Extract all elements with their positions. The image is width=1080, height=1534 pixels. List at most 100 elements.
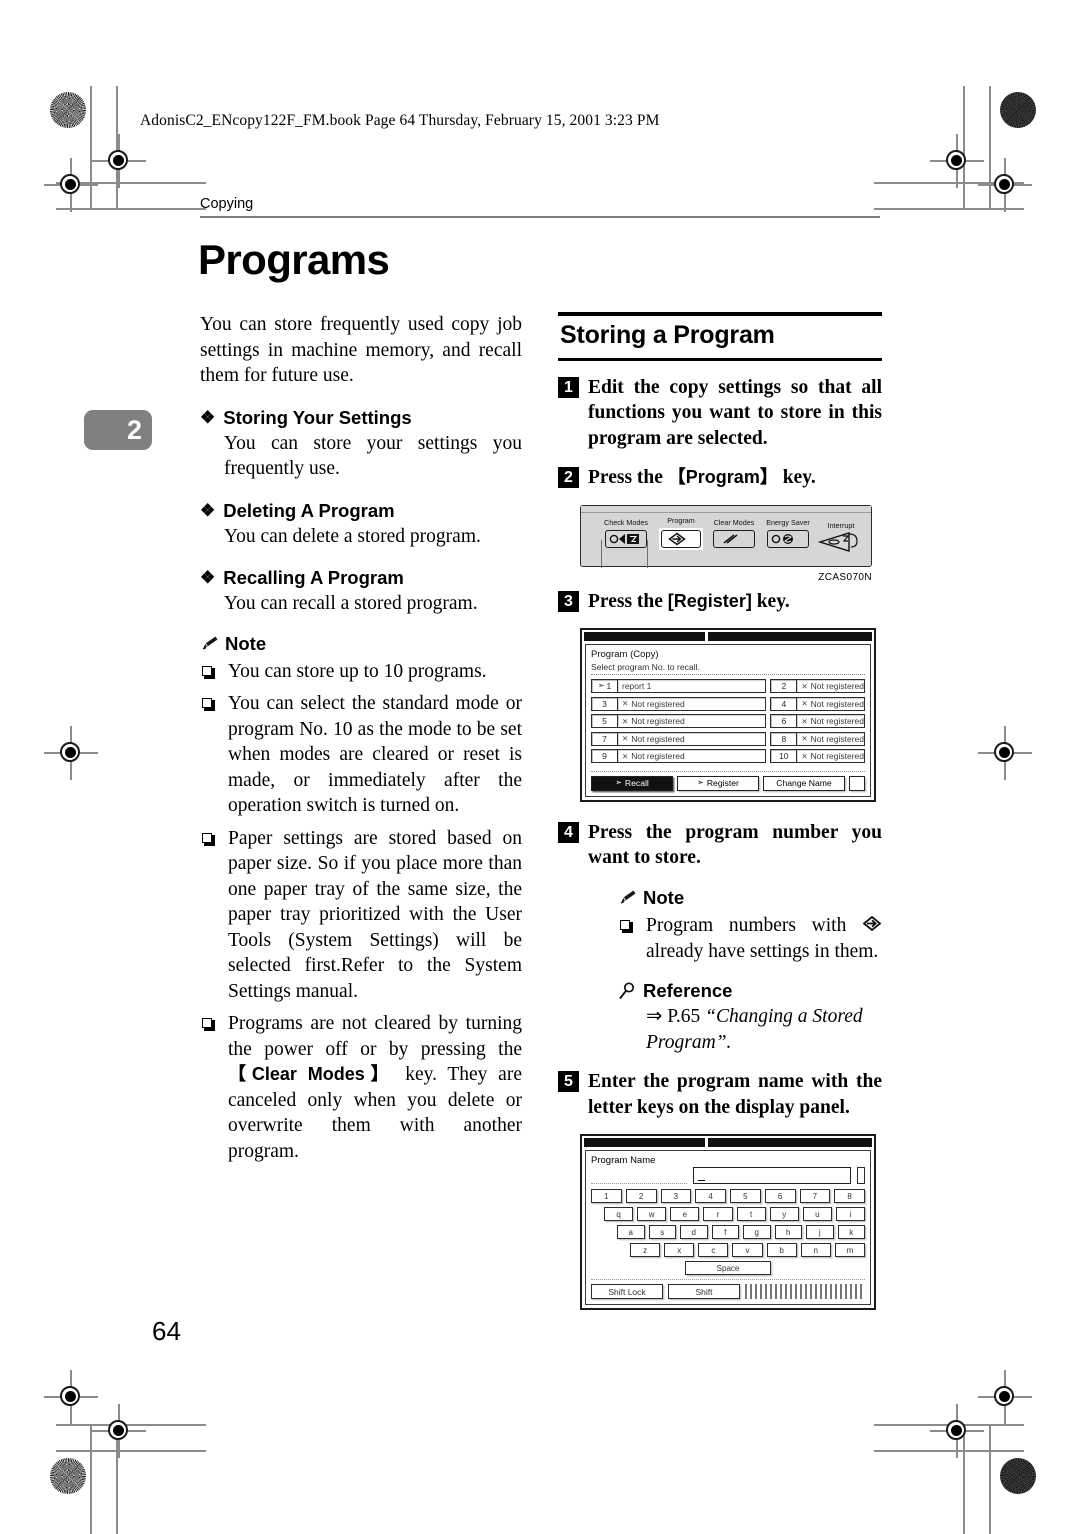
registration-target <box>44 1370 98 1424</box>
register-key-label: [Register] <box>667 590 752 611</box>
keyboard-bottom-bar: Shift Lock Shift <box>591 1279 865 1300</box>
key-3[interactable]: 3 <box>660 1189 692 1204</box>
left-column: You can store frequently used copy job s… <box>200 312 522 1171</box>
program-name-label: Not registered <box>631 733 685 744</box>
program-row[interactable]: 5 ✕ Not registered <box>591 714 767 728</box>
key-s[interactable]: s <box>648 1225 676 1240</box>
program-name: ✕ Not registered <box>796 714 865 728</box>
print-rosette-mark <box>1000 1458 1036 1494</box>
program-index: 3 <box>591 696 617 711</box>
register-button[interactable]: ➣ Register <box>677 775 759 791</box>
panel-key-check-modes[interactable]: Check Modes <box>604 518 648 548</box>
page-number: 64 <box>152 1316 181 1346</box>
program-index-label: 3 <box>602 698 607 709</box>
subsection-heading: ❖ Storing Your Settings <box>200 407 522 429</box>
panel-key-label: Interrupt <box>827 520 855 530</box>
running-head: Copying <box>200 196 254 212</box>
recall-button[interactable]: ➣ Recall <box>591 775 673 791</box>
key-x[interactable]: x <box>664 1243 695 1258</box>
note-item-text: Paper settings are stored based on paper… <box>228 827 522 1002</box>
subsection-heading: ❖ Recalling A Program <box>200 567 522 589</box>
key-2[interactable]: 2 <box>625 1189 657 1204</box>
page-title: Programs <box>198 236 390 283</box>
program-row[interactable]: 8 ✕ Not registered <box>770 731 865 746</box>
key-g[interactable]: g <box>743 1225 771 1240</box>
key-e[interactable]: e <box>670 1207 700 1222</box>
step-text: Edit the copy settings so that all funct… <box>588 376 882 449</box>
key-6[interactable]: 6 <box>764 1189 796 1204</box>
program-list-grid: ➣ 1 report 1 3 ✕ Not registered 5 ✕ Not re… <box>591 679 865 767</box>
key-w[interactable]: w <box>637 1207 667 1222</box>
key-7[interactable]: 7 <box>799 1189 831 1204</box>
program-name-label: Not registered <box>810 751 864 761</box>
program-row[interactable]: 2 ✕ Not registered <box>770 679 865 693</box>
keyboard-screen-title: Program Name <box>591 1155 656 1167</box>
program-row[interactable]: 6 ✕ Not registered <box>770 714 865 728</box>
program-list-right-column: 2 ✕ Not registered 4 ✕ Not registered 6 ✕ N… <box>770 679 865 767</box>
text-caret <box>698 1179 705 1182</box>
key-space[interactable]: Space <box>685 1261 771 1276</box>
key-c[interactable]: c <box>698 1243 729 1258</box>
key-j[interactable]: j <box>806 1225 834 1240</box>
program-row[interactable]: 3 ✕ Not registered <box>591 696 767 711</box>
program-row[interactable]: 10 ✕ Not registered <box>770 749 865 763</box>
note-item: You can store up to 10 programs. <box>200 659 522 685</box>
key-8[interactable]: 8 <box>834 1189 865 1204</box>
key-n[interactable]: n <box>800 1243 831 1258</box>
panel-key-clear-modes[interactable]: Clear Modes <box>713 518 755 548</box>
program-row[interactable]: 9 ✕ Not registered <box>591 749 767 763</box>
program-row[interactable]: 4 ✕ Not registered <box>770 696 865 711</box>
key-k[interactable]: k <box>837 1225 865 1240</box>
step-text: Press the 【Program】 key. <box>588 465 882 491</box>
book-file-header: AdonisC2_ENcopy122F_FM.book Page 64 Thur… <box>140 112 660 129</box>
exit-button-stub[interactable] <box>849 775 865 791</box>
step-text-after: key. <box>777 467 816 488</box>
note-item: Programs are not cleared by turning the … <box>200 1011 522 1164</box>
program-row[interactable]: 7 ✕ Not registered <box>591 731 767 746</box>
panel-key-interrupt[interactable]: Interrupt <box>817 521 865 552</box>
step-text-before: Press the <box>588 590 668 612</box>
key-r[interactable]: r <box>703 1207 733 1222</box>
key-i[interactable]: i <box>835 1207 865 1222</box>
key-h[interactable]: h <box>774 1225 802 1240</box>
crop-rule <box>989 1424 991 1534</box>
reference-label: Reference <box>643 980 733 1002</box>
program-list-left-column: ➣ 1 report 1 3 ✕ Not registered 5 ✕ Not re… <box>591 679 767 767</box>
square-bullet-icon <box>202 1018 215 1031</box>
screen-side-strip <box>857 1167 865 1185</box>
key-q[interactable]: q <box>604 1207 634 1222</box>
key-y[interactable]: y <box>769 1207 799 1222</box>
key-d[interactable]: d <box>680 1225 708 1240</box>
change-name-button[interactable]: Change Name <box>763 775 845 791</box>
program-index-label: 8 <box>781 733 787 744</box>
program-index-label: 10 <box>779 751 789 761</box>
step-text: Enter the program name with the letter k… <box>588 1071 882 1118</box>
key-a[interactable]: a <box>617 1225 645 1240</box>
key-v[interactable]: v <box>732 1243 763 1258</box>
key-b[interactable]: b <box>766 1243 797 1258</box>
program-name-input[interactable] <box>693 1167 851 1185</box>
key-1[interactable]: 1 <box>591 1189 622 1204</box>
program-index-label: 9 <box>602 751 607 761</box>
control-panel-divider <box>647 539 648 568</box>
interrupt-icon <box>817 531 865 556</box>
program-diamond-arrow-icon: ➣ <box>597 681 605 690</box>
program-row[interactable]: ➣ 1 report 1 <box>591 679 767 693</box>
key-z[interactable]: z <box>630 1243 661 1258</box>
key-u[interactable]: u <box>802 1207 832 1222</box>
step-1: 1 Edit the copy settings so that all fun… <box>558 375 882 452</box>
program-index-label: 5 <box>602 716 607 726</box>
key-5[interactable]: 5 <box>730 1189 761 1204</box>
divider-dotted <box>591 1171 687 1185</box>
program-name-label: Not registered <box>810 698 864 709</box>
registration-target <box>978 158 1032 212</box>
key-4[interactable]: 4 <box>695 1189 726 1204</box>
key-f[interactable]: f <box>711 1225 739 1240</box>
panel-key-energy-saver[interactable]: Energy Saver <box>766 518 810 548</box>
key-shift-lock[interactable]: Shift Lock <box>591 1284 663 1300</box>
key-shift[interactable]: Shift <box>668 1284 740 1300</box>
key-m[interactable]: m <box>834 1243 865 1258</box>
registration-target <box>978 726 1032 780</box>
key-t[interactable]: t <box>736 1207 766 1222</box>
panel-key-program[interactable]: Program <box>659 516 703 550</box>
